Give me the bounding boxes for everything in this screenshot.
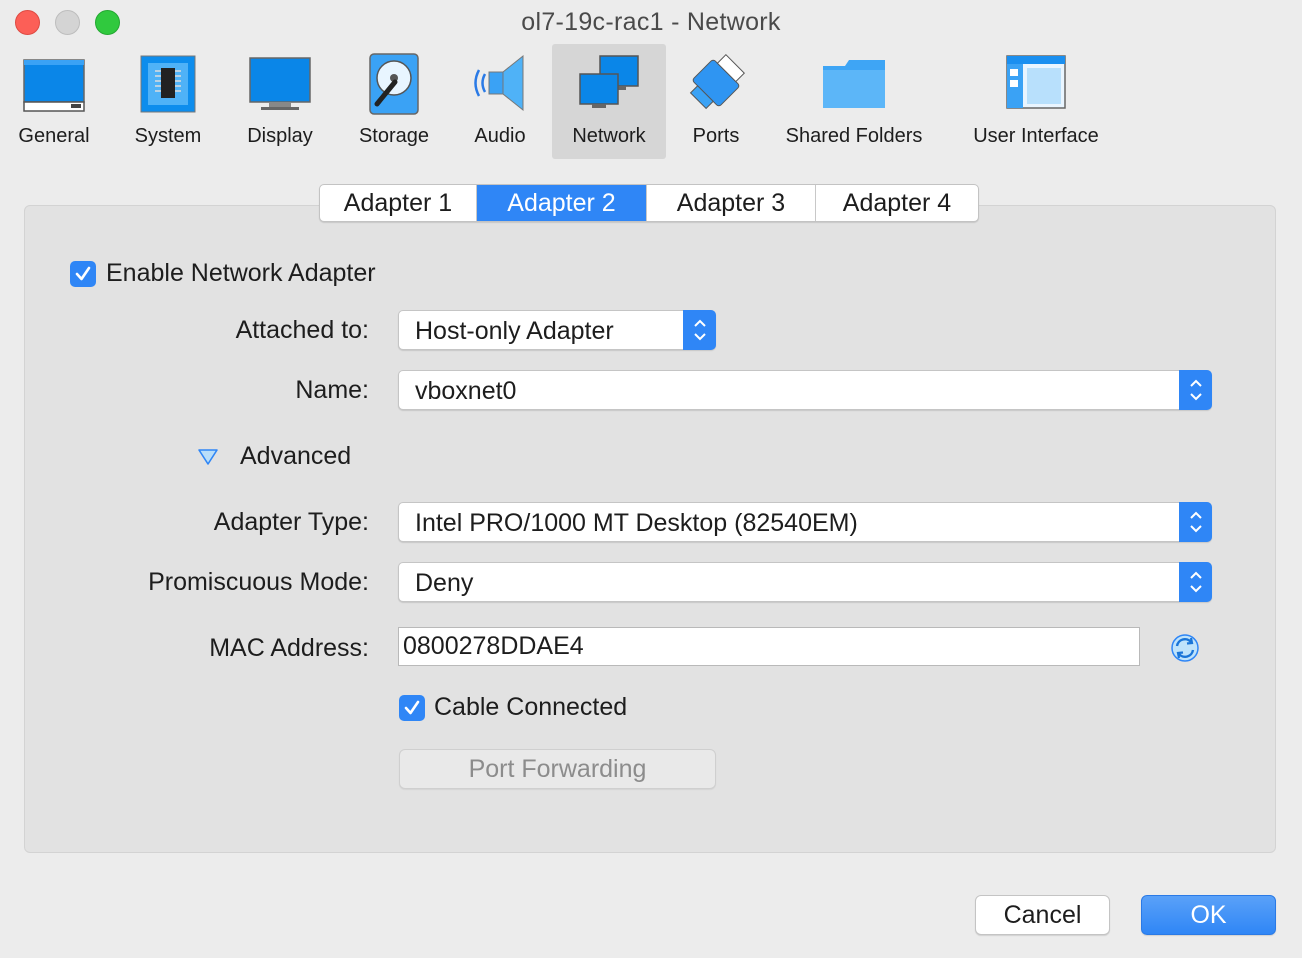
display-icon	[249, 57, 311, 110]
enable-adapter-label: Enable Network Adapter	[106, 259, 376, 287]
adapter-type-value: Intel PRO/1000 MT Desktop (82540EM)	[415, 509, 858, 537]
toolbar-label: Network	[572, 125, 646, 147]
mac-address-field-wrapper	[398, 627, 1140, 666]
attached-to-label: Attached to:	[235, 316, 369, 344]
system-icon	[140, 55, 196, 113]
toolbar-label: General	[18, 125, 90, 147]
promiscuous-mode-select[interactable]: Deny	[398, 562, 1212, 602]
toolbar-item-storage[interactable]: Storage	[348, 44, 440, 159]
toolbar-item-general[interactable]: General	[8, 44, 100, 159]
toolbar-item-system[interactable]: System	[122, 44, 214, 159]
attached-to-value: Host-only Adapter	[415, 317, 614, 345]
mac-address-field[interactable]	[399, 628, 1139, 665]
general-icon	[23, 59, 85, 112]
stepper-arrows-icon	[683, 310, 716, 350]
adapter-type-select[interactable]: Intel PRO/1000 MT Desktop (82540EM)	[398, 502, 1212, 542]
audio-icon	[474, 54, 524, 112]
toolbar-item-ports[interactable]: Ports	[672, 44, 760, 159]
user-interface-icon	[1006, 55, 1066, 109]
disclosure-triangle-icon[interactable]	[196, 446, 220, 468]
enable-adapter-checkbox[interactable]	[70, 261, 96, 287]
shared-folders-icon	[823, 60, 885, 108]
promiscuous-mode-value: Deny	[415, 569, 474, 597]
toolbar-label: Ports	[692, 125, 740, 147]
adapter-tabs: Adapter 1 Adapter 2 Adapter 3 Adapter 4	[319, 184, 979, 222]
toolbar-label: Storage	[358, 125, 430, 147]
toolbar-label: Display	[247, 125, 313, 147]
network-icon	[579, 55, 639, 108]
stepper-arrows-icon	[1179, 502, 1212, 542]
tab-adapter-3[interactable]: Adapter 3	[647, 185, 816, 221]
settings-toolbar: General System Display Storage Audio Net…	[0, 44, 1302, 162]
mac-address-label: MAC Address:	[209, 634, 369, 662]
tab-adapter-2[interactable]: Adapter 2	[477, 185, 647, 221]
toolbar-item-shared-folders[interactable]: Shared Folders	[776, 44, 932, 159]
cancel-button[interactable]: Cancel	[975, 895, 1110, 935]
promiscuous-mode-label: Promiscuous Mode:	[148, 568, 369, 596]
toolbar-label: User Interface	[973, 125, 1099, 147]
toolbar-item-user-interface[interactable]: User Interface	[958, 44, 1114, 159]
checkmark-icon	[404, 700, 420, 715]
tab-adapter-4[interactable]: Adapter 4	[816, 185, 978, 221]
refresh-mac-icon[interactable]	[1169, 632, 1201, 664]
cable-connected-label: Cable Connected	[434, 693, 628, 721]
tab-adapter-1[interactable]: Adapter 1	[320, 185, 477, 221]
window-title: ol7-19c-rac1 - Network	[521, 8, 781, 36]
advanced-label[interactable]: Advanced	[240, 442, 351, 471]
port-forwarding-button[interactable]: Port Forwarding	[399, 749, 716, 789]
toolbar-label: Audio	[474, 125, 526, 147]
toolbar-label: System	[134, 125, 202, 147]
toolbar-item-network[interactable]: Network	[552, 44, 666, 159]
toolbar-label: Shared Folders	[785, 125, 923, 147]
stepper-arrows-icon	[1179, 562, 1212, 602]
title-bar: ol7-19c-rac1 - Network	[0, 0, 1302, 44]
attached-to-select[interactable]: Host-only Adapter	[398, 310, 716, 350]
ok-button[interactable]: OK	[1141, 895, 1276, 935]
name-label: Name:	[295, 376, 369, 404]
cable-connected-checkbox[interactable]	[399, 695, 425, 721]
stepper-arrows-icon	[1179, 370, 1212, 410]
name-select[interactable]: vboxnet0	[398, 370, 1212, 410]
storage-icon	[369, 53, 419, 115]
toolbar-item-display[interactable]: Display	[234, 44, 326, 159]
ports-icon	[689, 54, 745, 110]
checkmark-icon	[75, 266, 91, 281]
name-value: vboxnet0	[415, 377, 517, 405]
adapter-type-label: Adapter Type:	[213, 508, 369, 536]
toolbar-item-audio[interactable]: Audio	[454, 44, 546, 159]
